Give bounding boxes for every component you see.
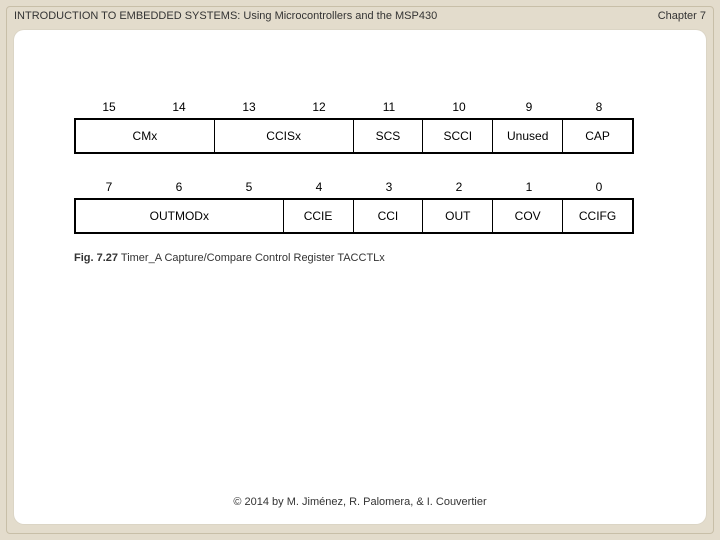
field-ccifg: CCIFG <box>563 200 632 232</box>
chapter-label: Chapter 7 <box>658 10 706 22</box>
bit-number: 0 <box>564 180 634 194</box>
bit-numbers-upper: 15 14 13 12 11 10 9 8 <box>74 100 634 114</box>
bit-number: 12 <box>284 100 354 114</box>
field-cov: COV <box>493 200 563 232</box>
field-outmodx: OUTMODx <box>76 200 284 232</box>
bit-number: 6 <box>144 180 214 194</box>
bit-number: 5 <box>214 180 284 194</box>
field-scs: SCS <box>354 120 424 152</box>
field-scci: SCCI <box>423 120 493 152</box>
bit-number: 3 <box>354 180 424 194</box>
bit-number: 4 <box>284 180 354 194</box>
copyright-footer: © 2014 by M. Jiménez, R. Palomera, & I. … <box>14 496 706 508</box>
figure-text: Timer_A Capture/Compare Control Register… <box>121 252 385 264</box>
bit-number: 14 <box>144 100 214 114</box>
bit-number: 11 <box>354 100 424 114</box>
field-cmx: CMx <box>76 120 215 152</box>
figure-number: Fig. 7.27 <box>74 252 118 264</box>
field-ccisx: CCISx <box>215 120 354 152</box>
bit-number: 15 <box>74 100 144 114</box>
field-unused: Unused <box>493 120 563 152</box>
register-lower-row: OUTMODx CCIE CCI OUT COV CCIFG <box>74 198 634 234</box>
bit-numbers-lower: 7 6 5 4 3 2 1 0 <box>74 180 634 194</box>
bit-number: 13 <box>214 100 284 114</box>
header-row: INTRODUCTION TO EMBEDDED SYSTEMS: Using … <box>14 10 706 22</box>
bit-number: 8 <box>564 100 634 114</box>
field-cap: CAP <box>563 120 632 152</box>
bit-number: 2 <box>424 180 494 194</box>
register-upper-row: CMx CCISx SCS SCCI Unused CAP <box>74 118 634 154</box>
field-out: OUT <box>423 200 493 232</box>
slide-page: 15 14 13 12 11 10 9 8 CMx CCISx SCS SCCI… <box>14 30 706 524</box>
bit-number: 7 <box>74 180 144 194</box>
bit-number: 9 <box>494 100 564 114</box>
figure-caption: Fig. 7.27 Timer_A Capture/Compare Contro… <box>74 252 634 264</box>
register-diagram: 15 14 13 12 11 10 9 8 CMx CCISx SCS SCCI… <box>74 100 634 264</box>
book-title: INTRODUCTION TO EMBEDDED SYSTEMS: Using … <box>14 10 437 22</box>
bit-number: 10 <box>424 100 494 114</box>
bit-number: 1 <box>494 180 564 194</box>
field-ccie: CCIE <box>284 200 354 232</box>
field-cci: CCI <box>354 200 424 232</box>
